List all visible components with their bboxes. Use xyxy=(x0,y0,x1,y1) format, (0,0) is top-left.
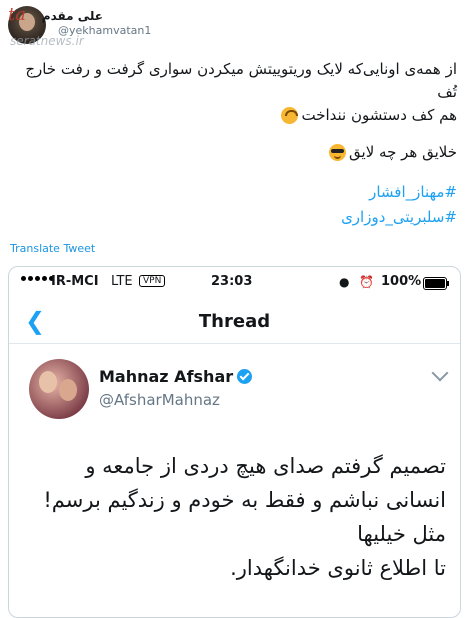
site-watermark: seratnews.ir xyxy=(10,34,84,48)
chevron-down-icon[interactable] xyxy=(431,364,449,382)
inner-avatar[interactable] xyxy=(29,359,89,419)
inner-tweet-text: تصمیم گرفتم صدای هیچ دردی از جامعه و انس… xyxy=(27,449,446,585)
thread-navbar: ❮ Thread xyxy=(9,301,460,344)
hashtag-link[interactable]: #مهناز_افشار xyxy=(341,180,457,205)
hashtag-list: #مهناز_افشار #سلبریتی_دوزاری xyxy=(341,180,457,230)
tweet-text: از همه‌ی اونایی‌که لایک وریتوییتش میکردن… xyxy=(14,58,457,164)
inner-display-name[interactable]: Mahnaz Afshar xyxy=(99,367,253,386)
vpn-badge: VPN xyxy=(139,275,166,287)
carrier-name: IR-MCI xyxy=(51,274,99,289)
phone-status-bar: IR-MCI LTE VPN 23:03 ● ⏰ 100% xyxy=(9,267,460,299)
inner-line-4: تا اطلاع ثانوی خدانگهدار. xyxy=(230,556,446,580)
tweet-line-2: هم کف دستشون ننداخت xyxy=(301,106,457,124)
rotation-lock-icon: ● xyxy=(339,275,350,289)
inner-name-text: Mahnaz Afshar xyxy=(99,367,234,386)
alarm-icon: ⏰ xyxy=(359,275,374,289)
tweet-line-1: از همه‌ی اونایی‌که لایک وریتوییتش میکردن… xyxy=(25,60,457,101)
inner-line-1: تصمیم گرفتم صدای هیچ دردی از جامعه و xyxy=(85,454,446,478)
nav-title: Thread xyxy=(198,311,271,332)
inner-line-2: انسانی نباشم و فقط به خودم و زندگیم برسم… xyxy=(43,488,446,512)
tweet: ta علی مقدم @yekhamvatan1 seratnews.ir ا… xyxy=(0,0,471,618)
attached-screenshot[interactable]: IR-MCI LTE VPN 23:03 ● ⏰ 100% ❮ Thread M… xyxy=(8,266,461,618)
watermark-logo: ta xyxy=(8,4,26,25)
network-type: LTE xyxy=(111,274,133,289)
battery-percent: 100% xyxy=(381,274,422,289)
sunglasses-face-icon xyxy=(329,144,347,161)
tweet-line-3: خلایق هر چه لایق xyxy=(349,143,457,161)
inner-handle[interactable]: @AfsharMahnaz xyxy=(99,391,220,409)
inner-line-3: مثل خیلیها xyxy=(357,522,446,546)
display-name[interactable]: علی مقدم xyxy=(42,9,103,23)
battery-icon xyxy=(423,277,449,290)
verified-badge-icon xyxy=(237,369,253,384)
signal-icon xyxy=(21,276,54,281)
upside-down-face-icon xyxy=(281,107,299,124)
status-time: 23:03 xyxy=(211,274,253,289)
translate-tweet-link[interactable]: Translate Tweet xyxy=(10,242,95,255)
hashtag-link[interactable]: #سلبریتی_دوزاری xyxy=(341,205,457,230)
